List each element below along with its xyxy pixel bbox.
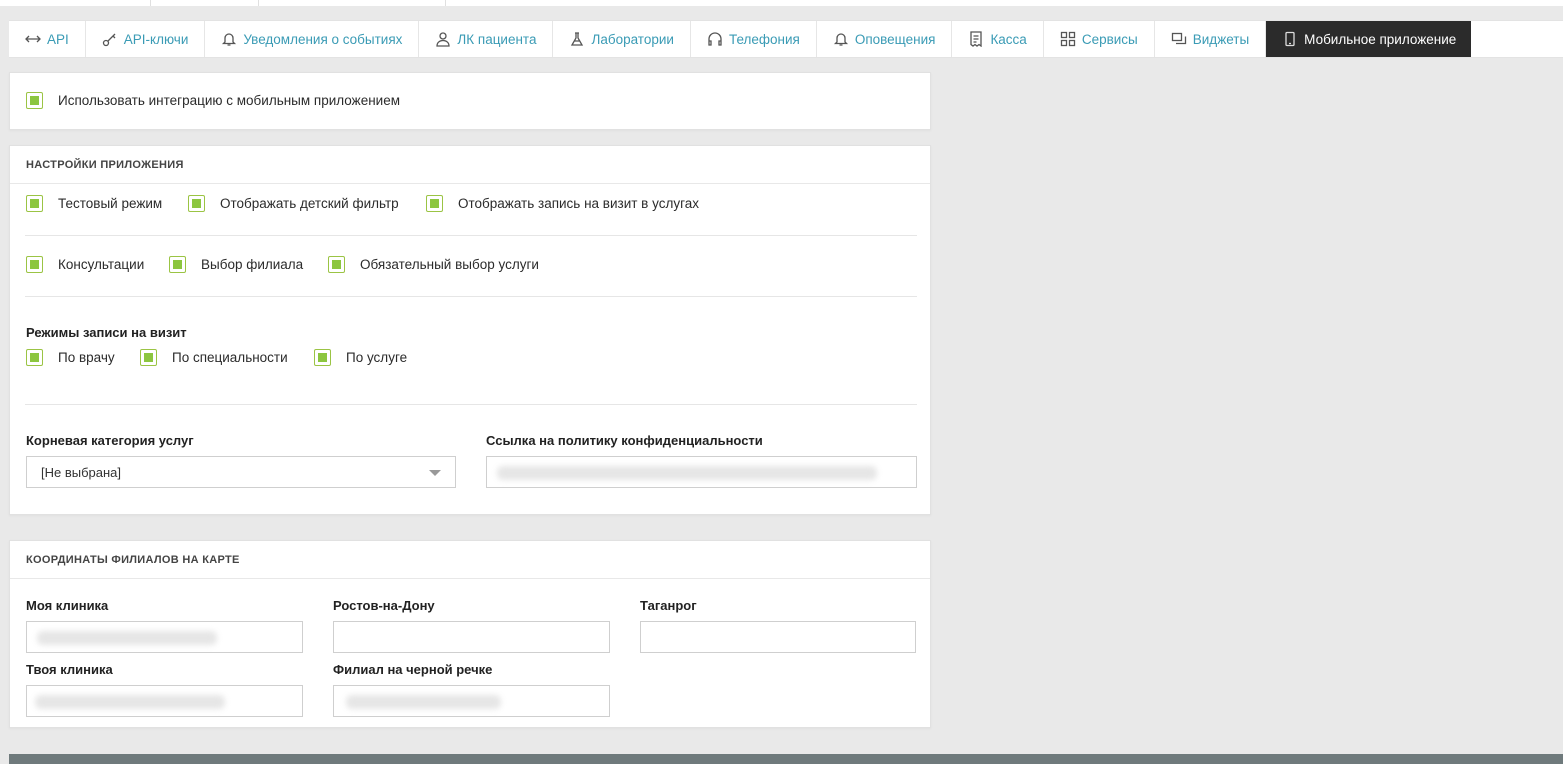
tab-mobile-app[interactable]: Мобильное приложение bbox=[1266, 21, 1472, 57]
divider bbox=[25, 296, 917, 297]
root-category-select[interactable]: [Не выбрана] bbox=[26, 456, 456, 488]
mode-by-service-checkbox[interactable]: По услуге bbox=[314, 349, 407, 366]
tab-widgets[interactable]: Виджеты bbox=[1155, 21, 1267, 57]
mode-by-specialty-checkbox[interactable]: По специальности bbox=[140, 349, 288, 366]
branch-label: Моя клиника bbox=[26, 598, 109, 613]
test-mode-checkbox[interactable]: Тестовый режим bbox=[26, 195, 162, 212]
visit-in-services-checkbox[interactable]: Отображать запись на визит в услугах bbox=[426, 195, 699, 212]
root-category-label: Корневая категория услуг bbox=[26, 433, 194, 448]
divider bbox=[25, 235, 917, 236]
privacy-policy-label: Ссылка на политику конфиденциальности bbox=[486, 433, 763, 448]
branch-coords-input[interactable] bbox=[333, 621, 610, 653]
branch-choice-label: Выбор филиала bbox=[201, 257, 304, 272]
branch-coords-input[interactable] bbox=[26, 685, 303, 717]
use-integration-checkbox[interactable]: Использовать интеграцию с мобильным прил… bbox=[26, 92, 400, 109]
use-integration-label: Использовать интеграцию с мобильным прил… bbox=[58, 93, 400, 108]
mode-by-service-label: По услуге bbox=[346, 350, 408, 365]
visit-in-services-label: Отображать запись на визит в услугах bbox=[458, 196, 699, 211]
consultations-label: Консультации bbox=[58, 257, 145, 272]
tab-patient-account[interactable]: ЛК пациента bbox=[419, 21, 554, 57]
app-settings-title: НАСТРОЙКИ ПРИЛОЖЕНИЯ bbox=[10, 146, 930, 184]
branch-coordinates-title: КООРДИНАТЫ ФИЛИАЛОВ НА КАРТЕ bbox=[10, 541, 930, 579]
bell-icon bbox=[221, 31, 237, 47]
tab-laboratories[interactable]: Лаборатории bbox=[553, 21, 691, 57]
redacted-value bbox=[35, 695, 225, 709]
consultations-checkbox[interactable]: Консультации bbox=[26, 256, 144, 273]
checkbox-checked[interactable] bbox=[26, 92, 43, 109]
integration-card: Использовать интеграцию с мобильным прил… bbox=[9, 72, 931, 130]
branch-coords-input[interactable] bbox=[26, 621, 303, 653]
mode-by-specialty-label: По специальности bbox=[172, 350, 288, 365]
settings-tabbar: API API-ключи Уведомления о событиях ЛК … bbox=[9, 20, 1563, 58]
mode-by-doctor-checkbox[interactable]: По врачу bbox=[26, 349, 115, 366]
tab-services[interactable]: Сервисы bbox=[1044, 21, 1155, 57]
key-icon bbox=[102, 31, 118, 47]
windows-icon bbox=[1171, 31, 1187, 47]
branch-coords-input[interactable] bbox=[640, 621, 916, 653]
branch-label: Твоя клиника bbox=[26, 662, 113, 677]
privacy-policy-input[interactable] bbox=[486, 456, 917, 488]
grid-icon bbox=[1060, 31, 1076, 47]
tab-api-keys[interactable]: API-ключи bbox=[86, 21, 206, 57]
tab-event-notifications[interactable]: Уведомления о событиях bbox=[205, 21, 420, 57]
redacted-value bbox=[37, 631, 217, 645]
tab-alerts[interactable]: Оповещения bbox=[817, 21, 953, 57]
app-settings-card: НАСТРОЙКИ ПРИЛОЖЕНИЯ Тестовый режим Отоб… bbox=[9, 145, 931, 515]
required-service-label: Обязательный выбор услуги bbox=[360, 257, 539, 272]
branch-coordinates-card: КООРДИНАТЫ ФИЛИАЛОВ НА КАРТЕ Моя клиника… bbox=[9, 540, 931, 728]
tab-telephony[interactable]: Телефония bbox=[691, 21, 817, 57]
flask-icon bbox=[569, 31, 585, 47]
child-filter-label: Отображать детский фильтр bbox=[220, 196, 399, 211]
root-category-value: [Не выбрана] bbox=[41, 464, 122, 480]
receipt-icon bbox=[968, 31, 984, 48]
visit-modes-heading: Режимы записи на визит bbox=[26, 325, 187, 340]
branch-choice-checkbox[interactable]: Выбор филиала bbox=[169, 256, 303, 273]
tab-api[interactable]: API bbox=[9, 21, 86, 57]
redacted-value bbox=[497, 466, 877, 480]
branch-coords-input[interactable] bbox=[333, 685, 610, 717]
tab-cashbox[interactable]: Касса bbox=[952, 21, 1044, 57]
mode-by-doctor-label: По врачу bbox=[58, 350, 115, 365]
required-service-checkbox[interactable]: Обязательный выбор услуги bbox=[328, 256, 539, 273]
child-filter-checkbox[interactable]: Отображать детский фильтр bbox=[188, 195, 399, 212]
chevron-down-icon bbox=[429, 470, 441, 476]
divider bbox=[25, 404, 917, 405]
phone-icon bbox=[1282, 31, 1298, 47]
headphones-icon bbox=[707, 31, 723, 47]
bell-icon bbox=[833, 31, 849, 47]
branch-label: Ростов-на-Дону bbox=[333, 598, 435, 613]
user-icon bbox=[435, 31, 451, 47]
test-mode-label: Тестовый режим bbox=[58, 196, 163, 211]
top-strip bbox=[0, 0, 1563, 6]
arrows-horizontal-icon bbox=[25, 31, 41, 47]
footer-bar bbox=[9, 754, 1563, 764]
branch-label: Таганрог bbox=[640, 598, 697, 613]
branch-label: Филиал на черной речке bbox=[333, 662, 493, 677]
redacted-value bbox=[346, 695, 501, 709]
